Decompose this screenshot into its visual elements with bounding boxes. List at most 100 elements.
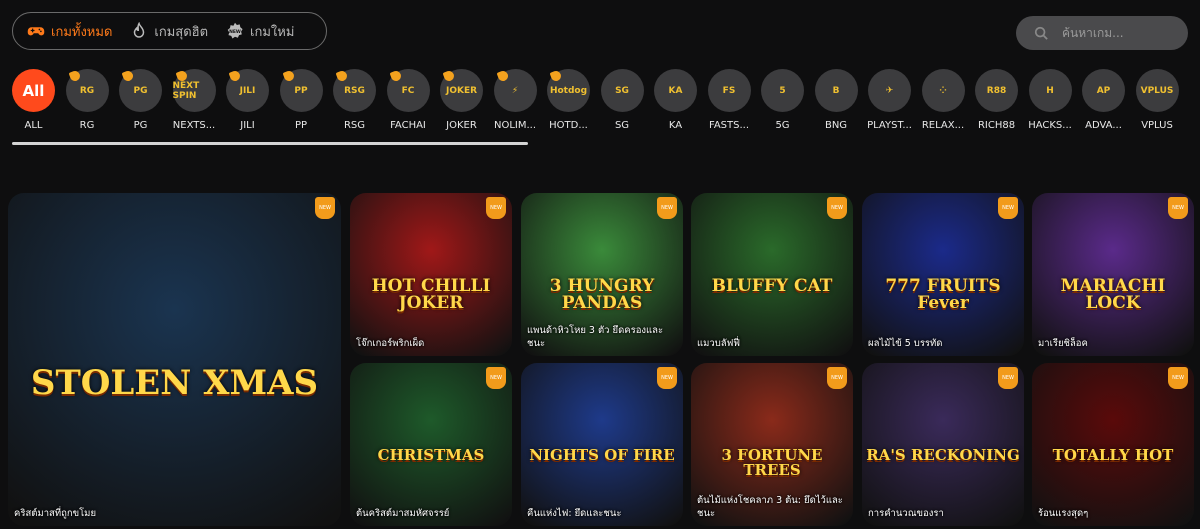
provider-nolim[interactable]: ⚡ NOLIM... (493, 69, 537, 131)
provider-hacks[interactable]: H HACKS... (1028, 69, 1072, 131)
game-card[interactable]: BLUFFY CAT แมวบลัฟฟี่ NEW (691, 193, 853, 356)
provider-label: NEXTS... (172, 120, 216, 131)
game-logo-text: 777 FRUITS Fever (885, 275, 1001, 313)
game-thumbnail (862, 363, 1024, 526)
provider-label: PP (294, 120, 308, 131)
provider-logo-text: FC (401, 85, 415, 96)
game-name: ร้อนแรงสุดๆ (1038, 507, 1089, 519)
provider-logo-text: RG (79, 85, 95, 96)
hot-badge-icon (282, 69, 295, 83)
new-badge: NEW (998, 197, 1018, 219)
game-name: แพนด้าหิวโหย 3 ตัว ยึดครองและชนะ (527, 325, 664, 349)
game-name: การคำนวณของรา (868, 507, 944, 519)
provider-logo: PG (119, 69, 162, 112)
provider-rich88[interactable]: R88 RICH88 (975, 69, 1018, 131)
hot-badge-icon (442, 69, 456, 83)
game-card[interactable]: CHRISTMAS ต้นคริสต์มาสมหัศจรรย์ NEW (350, 363, 512, 526)
provider-logo: JILI (226, 69, 269, 112)
fire-icon (134, 22, 145, 38)
new-badge: NEW (827, 197, 847, 219)
new-badge: NEW (486, 367, 506, 389)
provider-logo: ⚡ (493, 69, 537, 112)
provider-logo: FC (386, 69, 430, 112)
game-logo-text: MARIACHI LOCK (1060, 275, 1166, 313)
game-name: โจ๊กเกอร์พริกเผ็ด (356, 337, 425, 349)
provider-logo: VPLUS (1135, 69, 1179, 112)
provider-bng[interactable]: B BNG (814, 69, 858, 131)
provider-logo: R88 (975, 69, 1018, 112)
game-logo-text: CHRISTMAS (377, 445, 485, 464)
hot-badge-icon (389, 69, 402, 83)
provider-label: PG (133, 120, 148, 131)
provider-label: RSG (343, 120, 366, 131)
svg-text:NEW: NEW (229, 29, 241, 35)
provider-vplus[interactable]: VPLUS VPLUS (1135, 69, 1179, 131)
provider-logo-text: JILI (239, 85, 256, 96)
game-logo-text: STOLEN XMAS (30, 363, 319, 404)
provider-logo: H (1028, 69, 1072, 112)
game-thumbnail (862, 193, 1024, 356)
provider-fasts[interactable]: FS FASTS... (707, 69, 751, 131)
game-name: ต้นคริสต์มาสมหัศจรรย์ (356, 507, 450, 519)
game-logo-text: BLUFFY CAT (711, 275, 833, 296)
search-box[interactable] (1016, 16, 1188, 50)
provider-sg[interactable]: SG SG (600, 69, 644, 131)
game-card[interactable]: 3 FORTUNE TREES ต้นไม้แห่งโชคลาภ 3 ต้น: ย… (691, 363, 853, 526)
provider-adva[interactable]: AP ADVA... (1082, 69, 1125, 131)
provider-jili[interactable]: JILI JILI (226, 69, 269, 131)
provider-logo: JOKER (440, 69, 483, 112)
provider-label: JOKER (446, 120, 477, 131)
category-tabs: เกมทั้งหมด เกมสุดฮิต NEW เกมใหม่ (12, 12, 327, 50)
provider-playst[interactable]: ✈ PLAYST... (867, 69, 912, 131)
hot-badge-icon (549, 69, 563, 83)
provider-hotd[interactable]: Hotdog HOTD... (547, 69, 590, 131)
provider-label: RELAX... (921, 120, 965, 131)
tab-label: เกมใหม่ (250, 24, 295, 40)
game-logo-text: RA'S RECKONING (866, 445, 1020, 464)
search-icon (1034, 26, 1048, 40)
provider-fachai[interactable]: FC FACHAI (386, 69, 430, 131)
provider-logo: RSG (333, 69, 376, 112)
provider-rg[interactable]: RG RG (65, 69, 109, 131)
game-card[interactable]: HOT CHILLI JOKER โจ๊กเกอร์พริกเผ็ด NEW (350, 193, 512, 356)
provider-scrollbar[interactable] (12, 142, 528, 145)
provider-label: ADVA... (1085, 120, 1122, 131)
game-card[interactable]: NIGHTS OF FIRE คืนแห่งไฟ: ยึดและชนะ NEW (521, 363, 683, 526)
new-badge: NEW (657, 197, 677, 219)
provider-label: ALL (24, 120, 43, 131)
provider-logo: KA (654, 69, 697, 112)
game-card[interactable]: 3 HUNGRY PANDAS แพนด้าหิวโหย 3 ตัว ยึดครอ… (521, 193, 683, 356)
provider-5g[interactable]: 5 5G (761, 69, 804, 131)
hot-badge-icon (228, 69, 242, 83)
game-card[interactable]: 777 FRUITS Fever ผลไม้ไข้ 5 บรรทัด NEW (862, 193, 1024, 356)
provider-logo-text: FS (722, 85, 736, 96)
game-name: คริสต์มาสที่ถูกขโมย (14, 507, 97, 519)
provider-pp[interactable]: PP PP (279, 69, 323, 131)
game-thumbnail (521, 363, 683, 526)
tab-new-games[interactable]: NEW เกมใหม่ (226, 21, 294, 42)
tab-all-games[interactable]: เกมทั้งหมด (27, 21, 112, 42)
game-name: คืนแห่งไฟ: ยึดและชนะ (527, 507, 622, 519)
provider-label: NOLIM... (493, 120, 537, 131)
provider-joker[interactable]: JOKER JOKER (440, 69, 483, 131)
new-badge: NEW (486, 197, 506, 219)
new-badge-icon: NEW (227, 22, 243, 39)
provider-ka[interactable]: KA KA (654, 69, 697, 131)
provider-pg[interactable]: PG PG (119, 69, 162, 131)
provider-label: JILI (240, 120, 255, 131)
tab-label: เกมทั้งหมด (51, 24, 113, 40)
game-card[interactable]: MARIACHI LOCK มาเรียชิล็อค NEW (1032, 193, 1194, 356)
game-card[interactable]: TOTALLY HOT ร้อนแรงสุดๆ NEW (1032, 363, 1194, 526)
provider-nexts[interactable]: NEXT SPIN NEXTS... (172, 69, 216, 131)
game-card[interactable]: RA'S RECKONING การคำนวณของรา NEW (862, 363, 1024, 526)
game-card[interactable]: STOLEN XMAS คริสต์มาสที่ถูกขโมย NEW (8, 193, 341, 526)
tab-hot-games[interactable]: เกมสุดฮิต (130, 21, 208, 42)
search-input[interactable] (1060, 25, 1174, 41)
provider-logo-text: PP (294, 85, 308, 96)
provider-relax[interactable]: ⁘ RELAX... (921, 69, 965, 131)
provider-logo: AP (1082, 69, 1125, 112)
provider-all[interactable]: All ALL (12, 69, 55, 131)
gamepad-icon (27, 27, 45, 36)
provider-logo: Hotdog (547, 69, 590, 112)
provider-rsg[interactable]: RSG RSG (333, 69, 376, 131)
